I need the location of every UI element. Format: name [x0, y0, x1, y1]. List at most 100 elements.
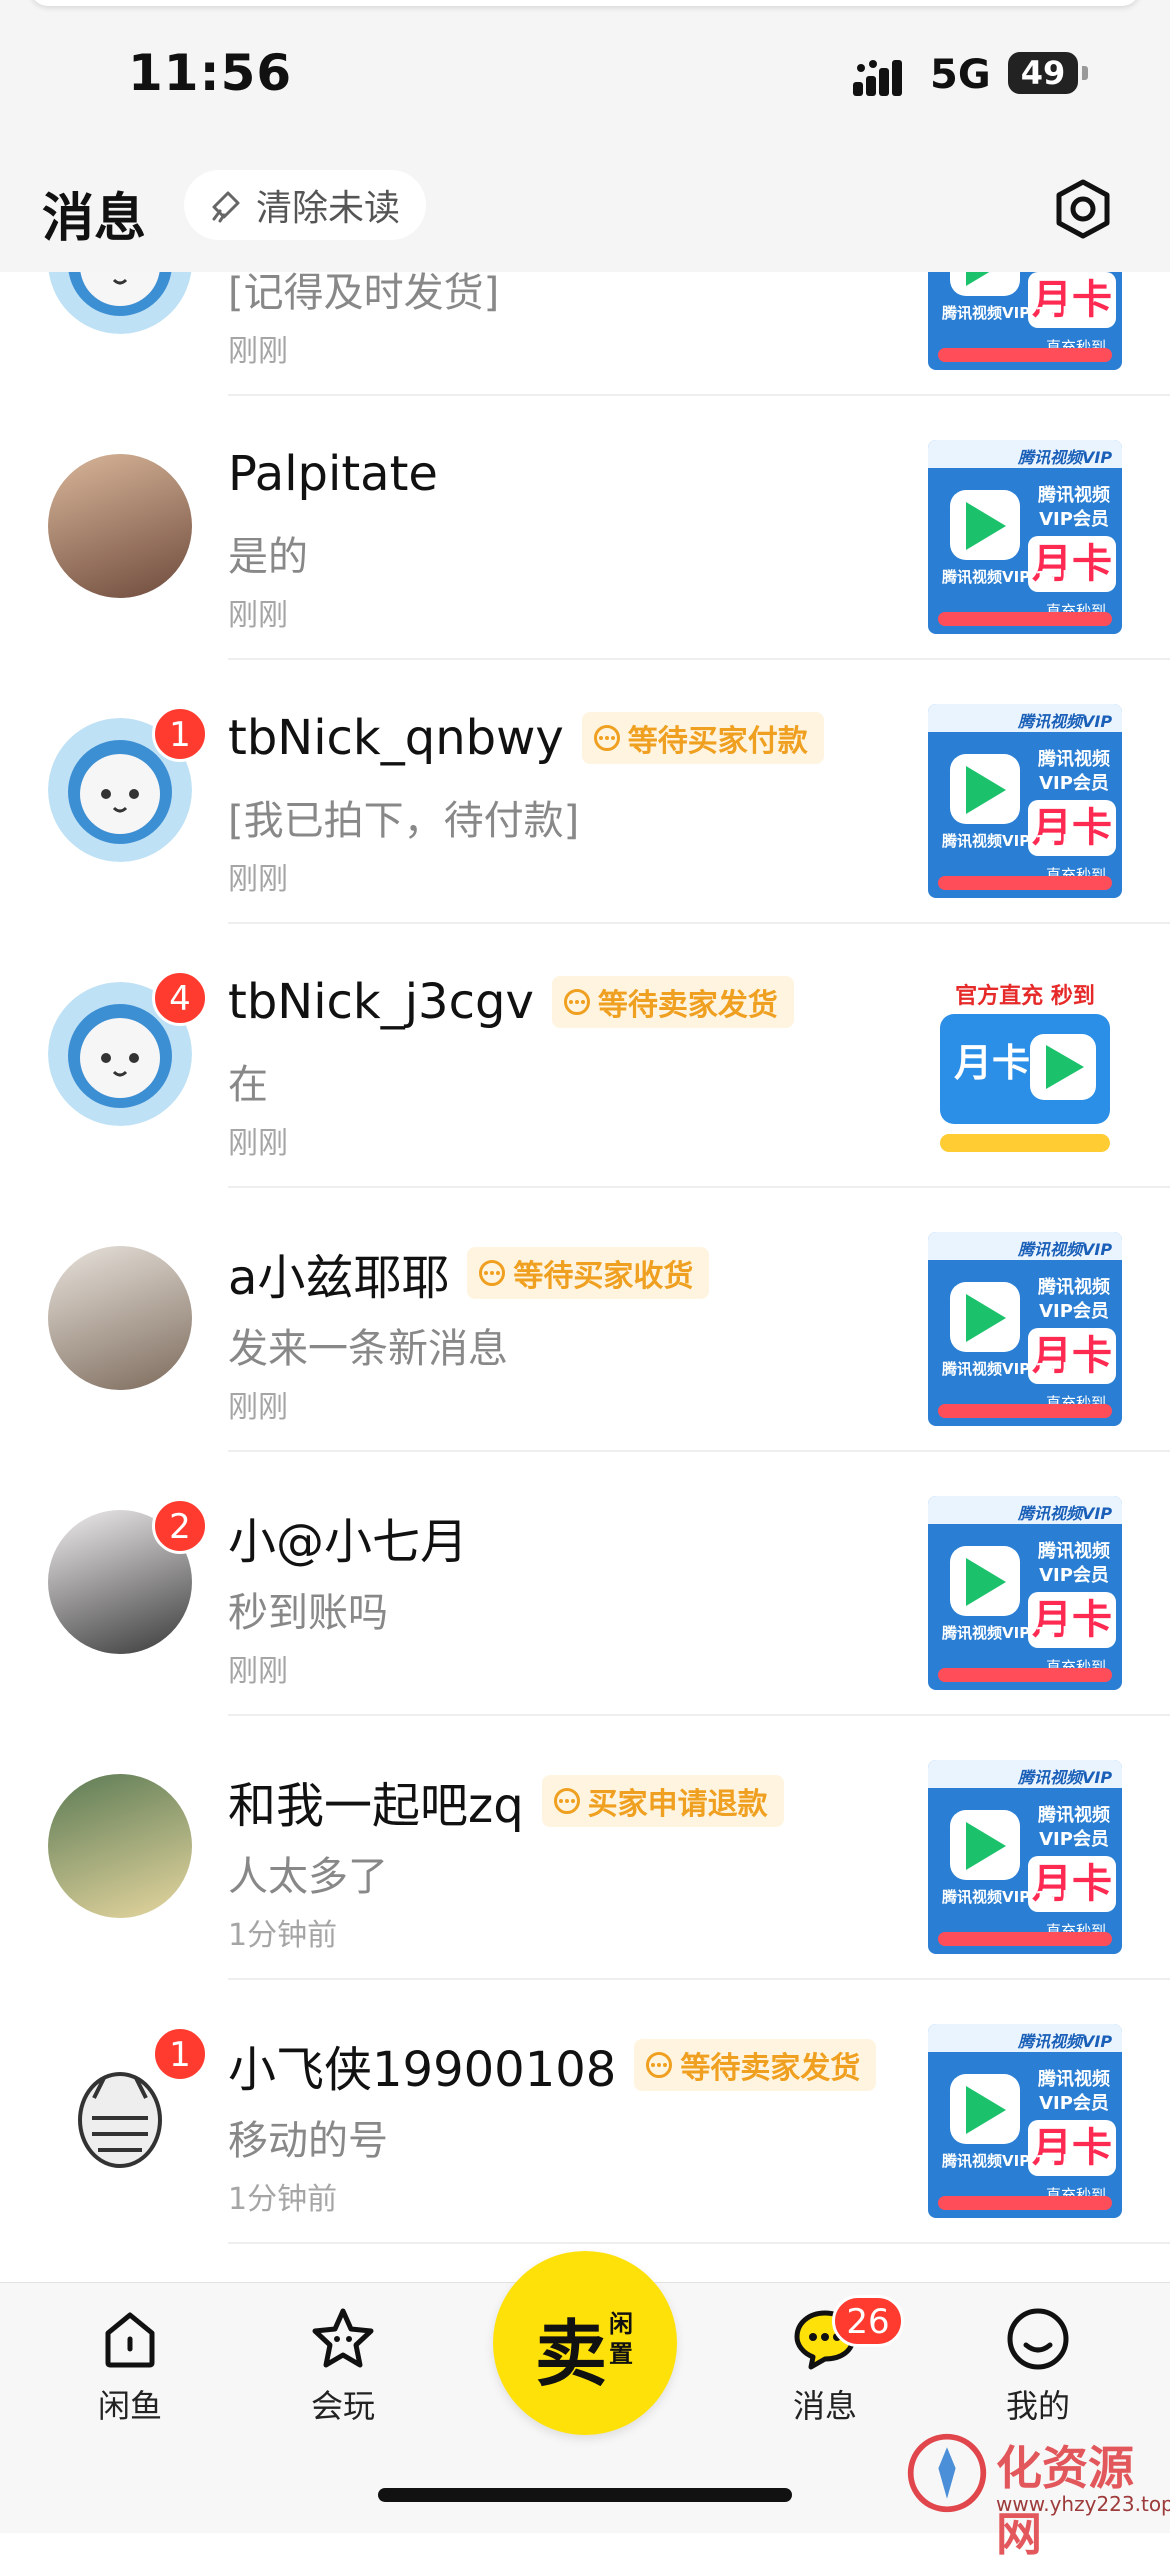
name-line: 小@小七月: [228, 1502, 468, 1572]
conversation-row[interactable]: [记得及时发货] 刚刚 腾讯视频VIP 腾讯视频VIP会员 月卡 腾讯视频VIP…: [0, 272, 1170, 396]
star-face-icon: [312, 2308, 374, 2368]
top-sheet-edge: [30, 0, 1140, 6]
play-icon: [950, 2074, 1020, 2144]
tab-label-xianyu: 闲鱼: [97, 2387, 162, 2425]
clear-unread-label: 清除未读: [256, 188, 401, 229]
home-icon: [105, 2312, 155, 2368]
broom-icon: [212, 191, 240, 223]
order-status-tag: 等待卖家发货: [551, 976, 794, 1028]
more-dots-icon: [593, 725, 620, 751]
last-message: [记得及时发货]: [228, 272, 500, 316]
last-message: 是的: [228, 534, 308, 580]
name-line: a小兹耶耶 等待买家收货: [228, 1238, 710, 1308]
avatar[interactable]: [48, 1246, 192, 1390]
conversation-row[interactable]: a小兹耶耶 等待买家收货 发来一条新消息 刚刚 腾讯视频VIP 腾讯视频VIP会…: [0, 1188, 1170, 1452]
message-time: 刚刚: [228, 862, 288, 897]
product-thumbnail[interactable]: 腾讯视频VIP 腾讯视频VIP会员 月卡 腾讯视频VIP 1个月 直充秒到: [928, 440, 1122, 634]
order-status-label: 等待卖家发货: [597, 988, 778, 1023]
thumb-duration: 腾讯视频VIP 1个月: [942, 1624, 1076, 1642]
play-icon: [950, 1546, 1020, 1616]
network-type: 5G: [930, 52, 991, 98]
thumb-title: 腾讯视频VIP会员: [1038, 485, 1110, 530]
contact-name: tbNick_j3cgv: [228, 974, 534, 1030]
tab-mine[interactable]: 我的: [968, 2303, 1108, 2427]
product-thumbnail[interactable]: 腾讯视频VIP 腾讯视频VIP会员 月卡 腾讯视频VIP 1个月 直充秒到: [928, 1496, 1122, 1690]
conversation-row[interactable]: 4 tbNick_j3cgv 等待卖家发货 在 刚刚 官方直充 秒到 月卡: [0, 924, 1170, 1188]
last-message: 在: [228, 1062, 268, 1108]
product-thumbnail[interactable]: 腾讯视频VIP 腾讯视频VIP会员 月卡 腾讯视频VIP 1个月 直充秒到: [928, 2024, 1122, 2218]
watermark-logo-icon: [907, 2433, 987, 2513]
thumb-brand: 腾讯视频VIP: [1018, 2032, 1113, 2051]
order-status-tag: 等待买家收货: [467, 1247, 710, 1299]
product-thumbnail[interactable]: 官方直充 秒到 月卡: [928, 968, 1122, 1162]
order-status-label: 等待卖家发货: [680, 2051, 861, 2086]
order-status-label: 买家申请退款: [587, 1787, 768, 1822]
avatar[interactable]: [48, 454, 192, 598]
thumb-title: 腾讯视频VIP会员: [1038, 1277, 1110, 1322]
watermark-url: www.yhzy223.top: [996, 2492, 1170, 2516]
thumb-title: 腾讯视频VIP会员: [1038, 2069, 1110, 2114]
last-message: 移动的号: [228, 2118, 388, 2164]
play-icon: [950, 754, 1020, 824]
name-line: 小飞侠19900108 等待卖家发货: [228, 2030, 877, 2100]
smile-face-icon: [1007, 2308, 1069, 2370]
thumb-title: 腾讯视频VIP会员: [1038, 1805, 1110, 1850]
product-thumbnail[interactable]: 腾讯视频VIP 腾讯视频VIP会员 月卡 腾讯视频VIP 1个月 直充秒到: [928, 1232, 1122, 1426]
conversation-row[interactable]: 1 小飞侠19900108 等待卖家发货 移动的号 1分钟前 腾讯视频VIP 腾…: [0, 1980, 1170, 2244]
home-indicator[interactable]: [378, 2488, 792, 2502]
settings-gear-icon[interactable]: [1050, 176, 1116, 242]
product-thumbnail[interactable]: 腾讯视频VIP 腾讯视频VIP会员 月卡 腾讯视频VIP 1个月 直充秒到: [928, 1760, 1122, 1954]
order-status-label: 等待买家付款: [627, 724, 808, 759]
name-line: tbNick_qnbwy 等待买家付款: [228, 710, 824, 766]
thumb-duration: 腾讯视频VIP 1个月: [942, 304, 1076, 322]
thumb-brand: 腾讯视频VIP: [1018, 712, 1113, 731]
sell-label: 卖: [535, 2312, 608, 2396]
product-thumbnail[interactable]: 腾讯视频VIP 腾讯视频VIP会员 月卡 腾讯视频VIP 1个月 直充秒到: [928, 704, 1122, 898]
messages-header: 消息 清除未读: [0, 150, 1170, 272]
play-icon: [950, 1282, 1020, 1352]
contact-name: a小兹耶耶: [228, 1250, 450, 1306]
message-time: 刚刚: [228, 334, 288, 369]
last-message: 人太多了: [228, 1854, 388, 1900]
clear-unread-button[interactable]: 清除未读: [184, 170, 427, 240]
play-icon: [950, 272, 1020, 296]
signal-icon: [853, 60, 902, 96]
contact-name: 小飞侠19900108: [228, 2042, 617, 2098]
name-line: tbNick_j3cgv 等待卖家发货: [228, 974, 794, 1030]
sell-idle-button[interactable]: 卖 闲置: [493, 2251, 677, 2435]
unread-badge: 1: [152, 706, 208, 762]
tab-huiwan[interactable]: 会玩: [273, 2303, 413, 2427]
conversation-row[interactable]: 1 tbNick_qnbwy 等待买家付款 [我已拍下，待付款] 刚刚 腾讯视频…: [0, 660, 1170, 924]
tab-xianyu[interactable]: 闲鱼: [60, 2303, 200, 2427]
thumb-brand: 腾讯视频VIP: [1018, 1768, 1113, 1787]
conversation-row[interactable]: 2 小@小七月 秒到账吗 刚刚 腾讯视频VIP 腾讯视频VIP会员 月卡 腾讯视…: [0, 1452, 1170, 1716]
thumb-footer: [938, 1404, 1112, 1418]
last-message: [我已拍下，待付款]: [228, 798, 580, 844]
message-time: 刚刚: [228, 598, 288, 633]
thumb-duration: 腾讯视频VIP 1个月: [942, 1360, 1076, 1378]
contact-name: 和我一起吧zq: [228, 1778, 524, 1834]
thumb-title: 腾讯视频VIP会员: [1038, 749, 1110, 794]
avatar[interactable]: [48, 272, 192, 334]
conversation-row[interactable]: 和我一起吧zq 买家申请退款 人太多了 1分钟前 腾讯视频VIP 腾讯视频VIP…: [0, 1716, 1170, 1980]
thumb-footer: [940, 1134, 1110, 1152]
conversation-row[interactable]: Palpitate 是的 刚刚 腾讯视频VIP 腾讯视频VIP会员 月卡 腾讯视…: [0, 396, 1170, 660]
conversation-list[interactable]: [记得及时发货] 刚刚 腾讯视频VIP 腾讯视频VIP会员 月卡 腾讯视频VIP…: [0, 272, 1170, 2282]
product-thumbnail[interactable]: 腾讯视频VIP 腾讯视频VIP会员 月卡 腾讯视频VIP 1个月 直充秒到: [928, 272, 1122, 370]
avatar[interactable]: [48, 1774, 192, 1918]
more-dots-icon: [479, 1260, 506, 1286]
battery-tip: [1082, 66, 1088, 80]
order-status-tag: 买家申请退款: [541, 1775, 784, 1827]
unread-badge: 4: [152, 970, 208, 1026]
play-icon: [950, 490, 1020, 560]
order-status-tag: 等待买家付款: [581, 712, 824, 764]
thumb-brand: 腾讯视频VIP: [1018, 1504, 1113, 1523]
thumb-brand: 腾讯视频VIP: [1018, 448, 1113, 467]
sell-sub-label: 闲置: [609, 2310, 633, 2368]
page-title: 消息: [42, 189, 147, 249]
contact-name: Palpitate: [228, 446, 438, 502]
thumb-footer: [938, 1668, 1112, 1682]
last-message: 秒到账吗: [228, 1590, 388, 1636]
thumb-duration: 腾讯视频VIP 1个月: [942, 2152, 1076, 2170]
name-line: 和我一起吧zq 买家申请退款: [228, 1766, 784, 1836]
